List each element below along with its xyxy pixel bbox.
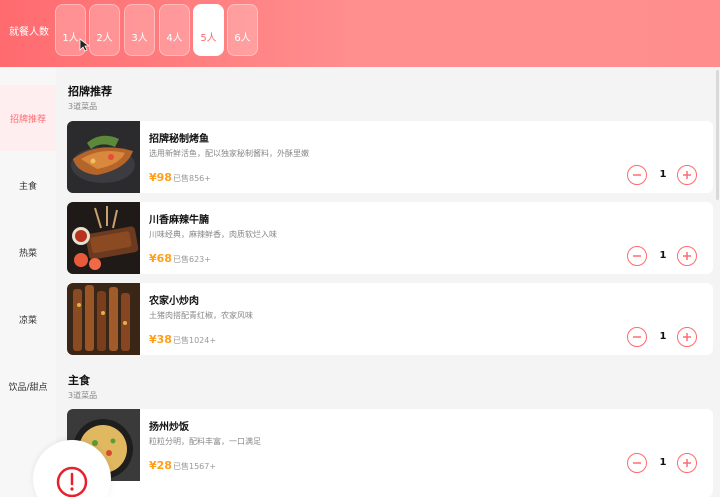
party-size-2[interactable]: 2人 bbox=[89, 4, 120, 56]
dish-image bbox=[67, 283, 140, 355]
minus-circle-icon bbox=[633, 336, 641, 338]
dish-price: ¥38 bbox=[149, 333, 172, 346]
dish-sold-count: 已售623+ bbox=[173, 255, 211, 264]
quantity-value: 1 bbox=[659, 457, 667, 468]
dish-name: 川香麻辣牛腩 bbox=[149, 215, 209, 226]
dish-image bbox=[67, 202, 140, 274]
dish-price: ¥98 bbox=[149, 171, 172, 184]
section-title: 招牌推荐 bbox=[68, 85, 112, 98]
sidebar-item-cold-dishes[interactable]: 凉菜 bbox=[0, 286, 56, 352]
plus-circle-icon bbox=[683, 171, 691, 179]
scrollbar[interactable] bbox=[716, 70, 719, 200]
minus-button[interactable] bbox=[627, 165, 647, 185]
dish-description: 川味经典，麻辣鲜香，肉质软烂入味 bbox=[149, 230, 277, 239]
party-size-4[interactable]: 4人 bbox=[159, 4, 190, 56]
party-size-header: 就餐人数 1人 2人 3人 4人 5人 6人 bbox=[0, 0, 720, 67]
dish-card[interactable]: 扬州炒饭 粒粒分明，配料丰富，一口满足 ¥28 已售1567+ 1 bbox=[67, 409, 713, 497]
dish-name: 扬州炒饭 bbox=[149, 422, 189, 433]
mouse-pointer-icon bbox=[79, 38, 89, 52]
category-sidebar: 招牌推荐 主食 热菜 凉菜 饮品/甜点 bbox=[0, 67, 56, 497]
quantity-value: 1 bbox=[659, 169, 667, 180]
dish-card[interactable]: 招牌秘制烤鱼 选用新鲜活鱼，配以独家秘制酱料，外酥里嫩 ¥98 已售856+ 1 bbox=[67, 121, 713, 193]
dish-price: ¥68 bbox=[149, 252, 172, 265]
dish-sold-count: 已售856+ bbox=[173, 174, 211, 183]
party-size-5[interactable]: 5人 bbox=[193, 4, 224, 56]
diner-count-label: 就餐人数 bbox=[9, 27, 49, 38]
minus-circle-icon bbox=[633, 462, 641, 464]
party-size-6[interactable]: 6人 bbox=[227, 4, 258, 56]
alert-circle-icon bbox=[56, 466, 88, 497]
minus-button[interactable] bbox=[627, 246, 647, 266]
dish-image bbox=[67, 121, 140, 193]
dish-description: 选用新鲜活鱼，配以独家秘制酱料，外酥里嫩 bbox=[149, 149, 309, 158]
plus-button[interactable] bbox=[677, 327, 697, 347]
section-count: 3道菜品 bbox=[68, 391, 98, 400]
dish-description: 土猪肉搭配青红椒，农家风味 bbox=[149, 311, 253, 320]
section-count: 3道菜品 bbox=[68, 102, 98, 111]
plus-button[interactable] bbox=[677, 165, 697, 185]
quantity-value: 1 bbox=[659, 250, 667, 261]
plus-button[interactable] bbox=[677, 246, 697, 266]
dish-name: 农家小炒肉 bbox=[149, 296, 199, 307]
party-size-3[interactable]: 3人 bbox=[124, 4, 155, 56]
dish-name: 招牌秘制烤鱼 bbox=[149, 134, 209, 145]
sidebar-item-staple[interactable]: 主食 bbox=[0, 152, 56, 218]
minus-button[interactable] bbox=[627, 453, 647, 473]
dish-sold-count: 已售1024+ bbox=[173, 336, 217, 345]
plus-circle-icon bbox=[683, 252, 691, 260]
section-title: 主食 bbox=[68, 374, 90, 387]
minus-circle-icon bbox=[633, 255, 641, 257]
sidebar-item-drinks-desserts[interactable]: 饮品/甜点 bbox=[0, 353, 56, 419]
minus-circle-icon bbox=[633, 174, 641, 176]
dish-sold-count: 已售1567+ bbox=[173, 462, 217, 471]
minus-button[interactable] bbox=[627, 327, 647, 347]
plus-circle-icon bbox=[683, 459, 691, 467]
quantity-value: 1 bbox=[659, 331, 667, 342]
sidebar-item-signature[interactable]: 招牌推荐 bbox=[0, 85, 56, 151]
sidebar-item-hot-dishes[interactable]: 热菜 bbox=[0, 219, 56, 285]
dish-price: ¥28 bbox=[149, 459, 172, 472]
dish-description: 粒粒分明，配料丰富，一口满足 bbox=[149, 437, 261, 446]
menu-content: 招牌推荐 3道菜品 招牌秘制烤鱼 选用新鲜活鱼，配以独家秘制酱料，外酥里嫩 ¥9… bbox=[56, 67, 720, 497]
plus-button[interactable] bbox=[677, 453, 697, 473]
plus-circle-icon bbox=[683, 333, 691, 341]
dish-card[interactable]: 农家小炒肉 土猪肉搭配青红椒，农家风味 ¥38 已售1024+ 1 bbox=[67, 283, 713, 355]
dish-card[interactable]: 川香麻辣牛腩 川味经典，麻辣鲜香，肉质软烂入味 ¥68 已售623+ 1 bbox=[67, 202, 713, 274]
